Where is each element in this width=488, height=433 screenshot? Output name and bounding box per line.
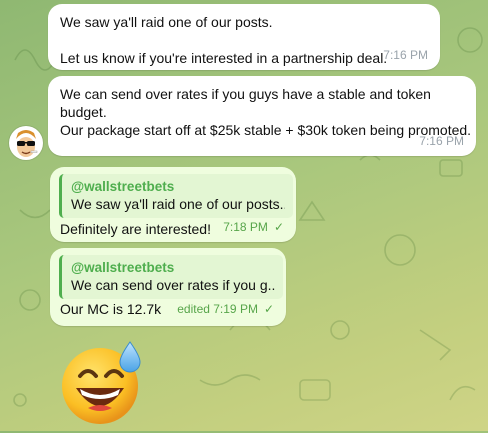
message-text: Definitely are interested! (60, 221, 211, 237)
message-text: Our MC is 12.7k (60, 301, 162, 317)
message-text: We can send over rates if you guys have … (60, 86, 431, 120)
message-text: Let us know if you're interested in a pa… (60, 50, 388, 66)
outgoing-message[interactable]: @wallstreetbets We saw ya'll raid one of… (50, 167, 296, 242)
message-time: edited 7:19 PM (177, 302, 258, 316)
incoming-message[interactable]: We saw ya'll raid one of our posts. Let … (48, 4, 440, 70)
reply-author: @wallstreetbets (71, 260, 175, 275)
reply-snippet: We saw ya'll raid one of our posts.... (71, 196, 285, 212)
reply-snippet: We can send over rates if you g... (71, 277, 275, 293)
check-icon: ✓ (263, 302, 274, 316)
message-time: 7:16 PM (419, 134, 464, 148)
outgoing-message[interactable]: @wallstreetbets We can send over rates i… (50, 248, 286, 326)
reply-author: @wallstreetbets (71, 179, 175, 194)
message-status: 7:18 PM ✓ (223, 218, 284, 236)
reply-quote[interactable]: @wallstreetbets We can send over rates i… (59, 255, 283, 299)
message-status: edited 7:19 PM ✓ (177, 300, 274, 318)
message-text: Our package start off at $25k stable + $… (60, 122, 472, 138)
message-text: We saw ya'll raid one of our posts. (60, 14, 273, 30)
sender-avatar-icon[interactable] (9, 126, 43, 160)
reply-quote[interactable]: @wallstreetbets We saw ya'll raid one of… (59, 174, 293, 218)
incoming-message[interactable]: We can send over rates if you guys have … (48, 76, 476, 156)
message-time: 7:16 PM (383, 48, 428, 62)
check-icon: ✓ (273, 220, 284, 234)
message-time: 7:18 PM (223, 220, 268, 234)
grinning-sweat-emoji[interactable] (58, 340, 150, 428)
